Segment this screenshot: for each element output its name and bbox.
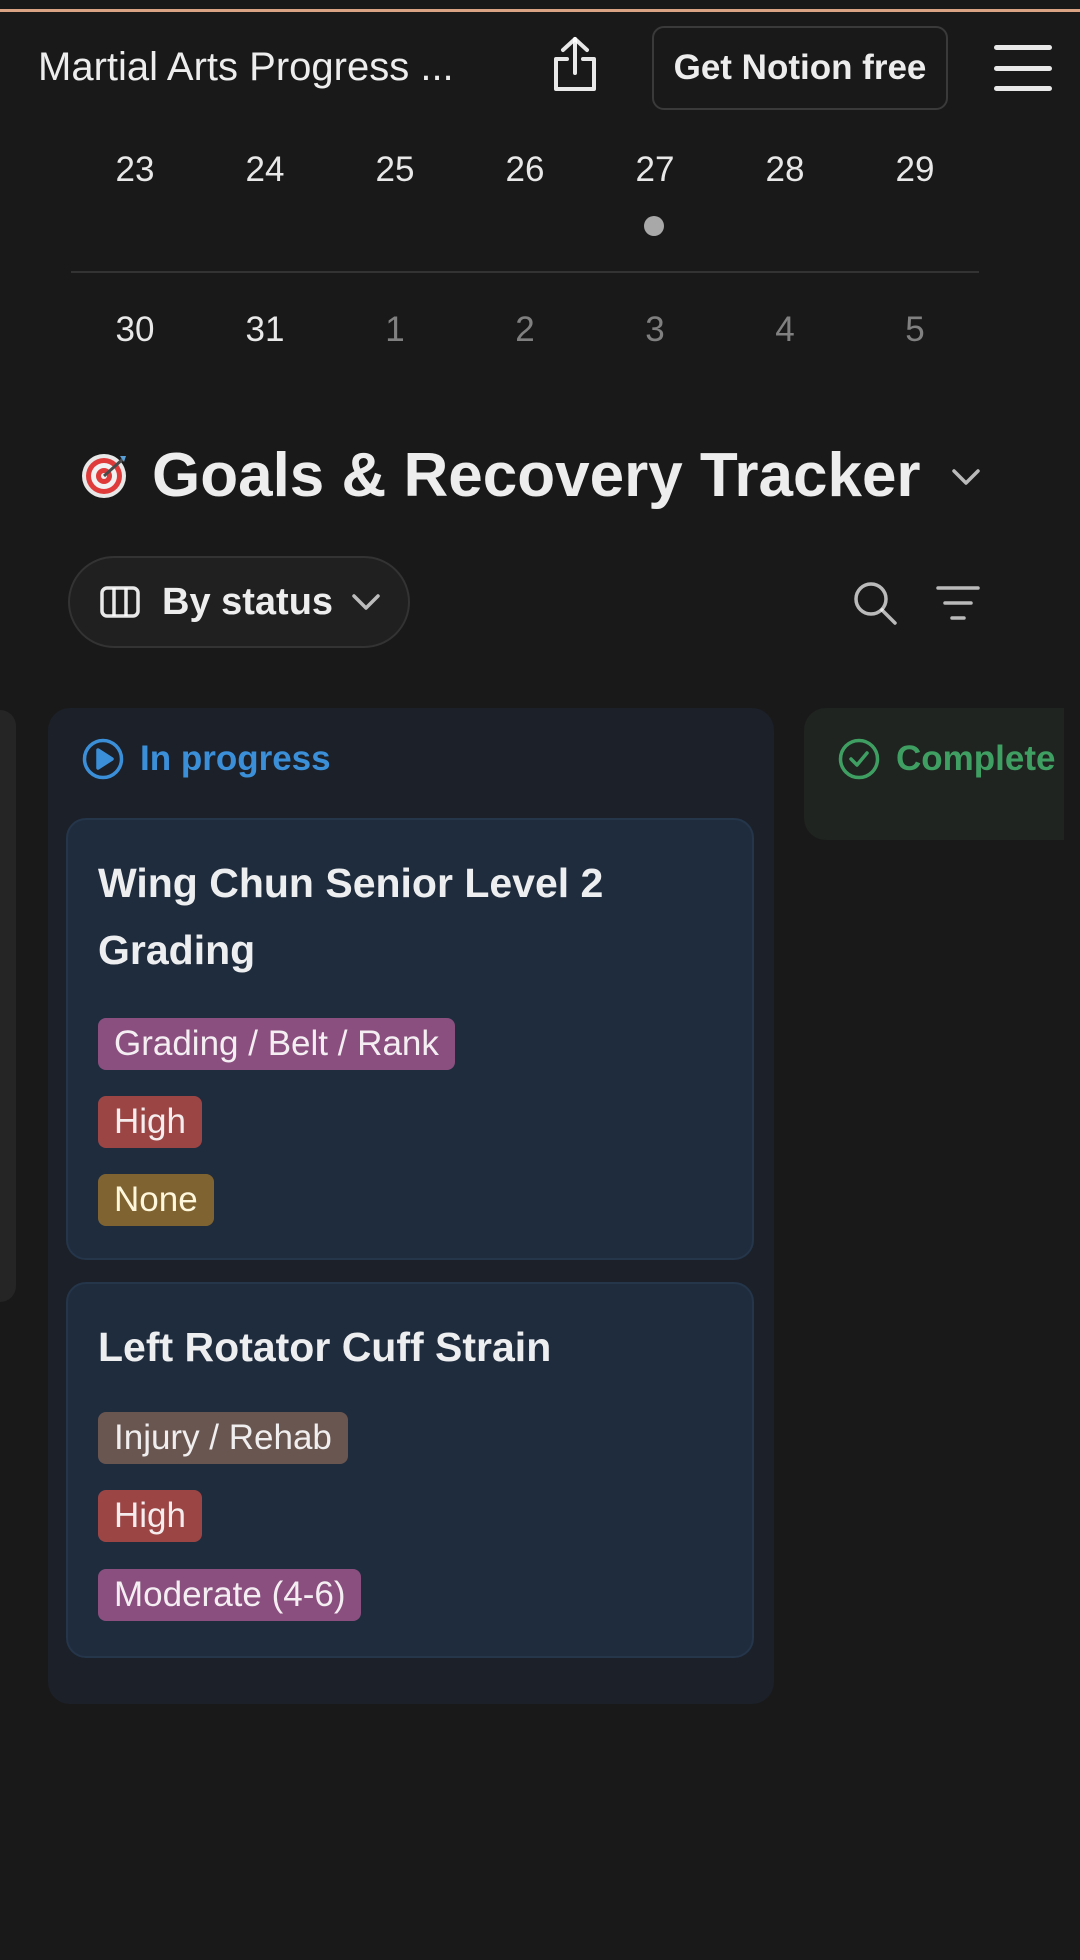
- board-column-in-progress: In progress Wing Chun Senior Level 2 Gra…: [48, 708, 774, 1704]
- top-bar: Martial Arts Progress ... Get Notion fre…: [0, 15, 1080, 120]
- calendar-day[interactable]: 24: [200, 150, 330, 190]
- menu-icon: [994, 45, 1052, 50]
- card-title: Wing Chun Senior Level 2 Grading: [98, 860, 604, 973]
- calendar-day-next-month[interactable]: 1: [330, 310, 460, 350]
- calendar-day-today[interactable]: 27: [590, 150, 720, 190]
- column-header[interactable]: Complete: [838, 738, 1055, 780]
- calendar-divider: [71, 271, 979, 273]
- get-notion-free-button[interactable]: Get Notion free: [652, 26, 948, 110]
- view-selector-button[interactable]: By status: [68, 556, 410, 648]
- severity-tag: None: [98, 1174, 214, 1226]
- view-label: By status: [162, 580, 334, 623]
- board-card[interactable]: Wing Chun Senior Level 2 Grading Grading…: [66, 818, 754, 1260]
- board-column-complete: Complete: [804, 708, 1064, 840]
- share-icon: [554, 37, 596, 91]
- calendar-day-next-month[interactable]: 5: [850, 310, 980, 350]
- today-indicator: [644, 216, 664, 236]
- calendar-day[interactable]: 28: [720, 150, 850, 190]
- board-column-previous[interactable]: [0, 710, 16, 1302]
- page-title[interactable]: Martial Arts Progress ...: [38, 45, 488, 90]
- calendar-day[interactable]: 26: [460, 150, 590, 190]
- card-title: Left Rotator Cuff Strain: [98, 1324, 552, 1370]
- search-icon[interactable]: [852, 580, 898, 626]
- column-header[interactable]: In progress: [82, 738, 331, 780]
- category-tag: Injury / Rehab: [98, 1412, 348, 1464]
- priority-tag: High: [98, 1490, 202, 1542]
- calendar-week-row: 30 31 1 2 3 4 5: [70, 310, 980, 350]
- column-name: Complete: [896, 739, 1056, 778]
- filter-icon[interactable]: [936, 584, 980, 622]
- board-view-icon: [100, 586, 140, 618]
- chevron-down-icon: [352, 594, 380, 610]
- calendar-day-next-month[interactable]: 3: [590, 310, 720, 350]
- target-icon: [82, 453, 126, 498]
- severity-tag: Moderate (4-6): [98, 1569, 362, 1621]
- column-name: In progress: [140, 739, 331, 778]
- database-title: Goals & Recovery Tracker: [152, 441, 921, 510]
- play-circle-icon: [82, 738, 124, 780]
- board-card[interactable]: Left Rotator Cuff Strain Injury / Rehab …: [66, 1282, 754, 1658]
- calendar-day-next-month[interactable]: 4: [720, 310, 850, 350]
- calendar-week-row: 23 24 25 26 27 28 29: [70, 150, 980, 190]
- calendar-day[interactable]: 31: [200, 310, 330, 350]
- calendar-day[interactable]: 25: [330, 150, 460, 190]
- calendar-day[interactable]: 30: [70, 310, 200, 350]
- category-tag: Grading / Belt / Rank: [98, 1018, 455, 1070]
- database-title-row[interactable]: Goals & Recovery Tracker: [80, 440, 983, 511]
- calendar-day-next-month[interactable]: 2: [460, 310, 590, 350]
- top-accent-line: [0, 0, 1080, 12]
- menu-button[interactable]: [994, 45, 1052, 91]
- calendar-day[interactable]: 23: [70, 150, 200, 190]
- check-circle-icon: [838, 738, 880, 780]
- priority-tag: High: [98, 1096, 202, 1148]
- chevron-down-icon[interactable]: [949, 459, 983, 493]
- share-button[interactable]: [548, 33, 602, 95]
- calendar-day[interactable]: 29: [850, 150, 980, 190]
